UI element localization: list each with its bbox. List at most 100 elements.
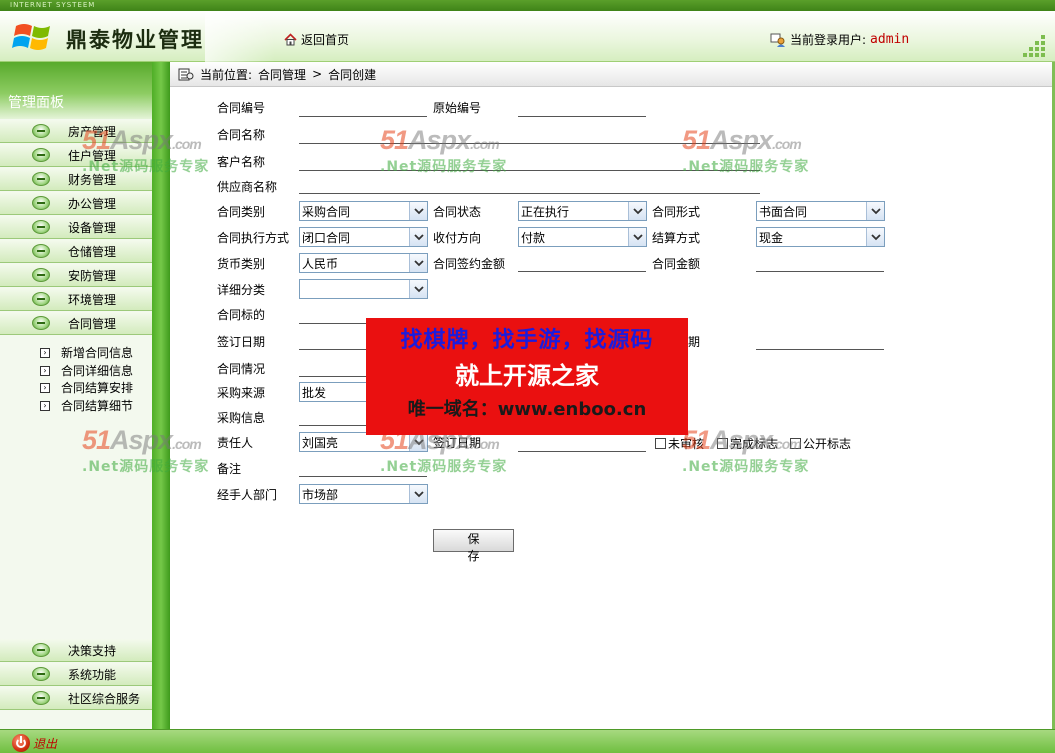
remarks-input[interactable] <box>299 461 427 477</box>
sidebar-item-community[interactable]: 社区综合服务 <box>0 687 152 710</box>
chevron-down-icon <box>866 228 884 246</box>
menu-bullet-icon <box>32 667 50 681</box>
public-checkbox[interactable]: 公开标志 <box>790 435 851 452</box>
save-button[interactable]: 保 存 <box>433 529 514 563</box>
select-value: 书面合同 <box>759 204 808 219</box>
end-date-input[interactable] <box>756 334 884 350</box>
sidebar-item-office[interactable]: 办公管理 <box>0 192 152 215</box>
sidebar-item-decision[interactable]: 决策支持 <box>0 639 152 662</box>
sign-date2-input[interactable] <box>518 436 646 452</box>
menu-bullet-icon <box>32 691 50 705</box>
contract-type-select[interactable]: 采购合同 <box>299 201 428 221</box>
menu-label: 安防管理 <box>68 268 117 283</box>
original-no-label: 原始编号 <box>433 101 482 115</box>
purchase-source-label: 采购来源 <box>217 386 266 400</box>
footer-bar: 退出 <box>0 729 1055 753</box>
settlement-method-label: 结算方式 <box>652 231 701 245</box>
menu-bullet-icon <box>32 643 50 657</box>
unreviewed-checkbox[interactable]: 未审核 <box>655 435 704 452</box>
supplier-name-input[interactable] <box>299 178 760 194</box>
menu-bullet-icon <box>32 148 50 162</box>
contract-name-label: 合同名称 <box>217 128 266 142</box>
chevron-down-icon <box>409 254 427 272</box>
breadcrumb: 当前位置: 合同管理 > 合同创建 <box>170 62 1052 87</box>
submenu-add-contract[interactable]: › 新增合同信息 <box>40 344 133 361</box>
contract-type-label: 合同类别 <box>217 205 266 219</box>
sidebar-item-warehouse[interactable]: 仓储管理 <box>0 240 152 263</box>
responsible-person-select[interactable]: 刘国亮 <box>299 432 428 452</box>
select-value: 付款 <box>521 230 546 245</box>
sidebar-item-equipment[interactable]: 设备管理 <box>0 216 152 239</box>
breadcrumb-level1[interactable]: 合同管理 <box>258 66 306 83</box>
sidebar-item-security[interactable]: 安防管理 <box>0 264 152 287</box>
handler-dept-select[interactable]: 市场部 <box>299 484 428 504</box>
currency-select[interactable]: 人民币 <box>299 253 428 273</box>
settlement-method-select[interactable]: 现金 <box>756 227 885 247</box>
signed-amount-input[interactable] <box>518 256 646 272</box>
menu-label: 设备管理 <box>68 220 117 235</box>
contract-subject-label: 合同标的 <box>217 308 266 322</box>
execution-mode-select[interactable]: 闭口合同 <box>299 227 428 247</box>
header-decoration <box>205 11 275 62</box>
contract-name-input[interactable] <box>299 128 760 144</box>
purchase-info-label: 采购信息 <box>217 411 266 425</box>
submenu-settlement-plan[interactable]: › 合同结算安排 <box>40 379 133 396</box>
panel-title: 管理面板 <box>0 62 152 119</box>
decorative-dots-icon <box>1023 35 1045 57</box>
contract-amount-input[interactable] <box>756 256 884 272</box>
payment-direction-select[interactable]: 付款 <box>518 227 647 247</box>
menu-label: 社区综合服务 <box>68 691 141 706</box>
select-value: 人民币 <box>302 256 339 271</box>
submenu-label: 合同结算细节 <box>61 399 134 413</box>
app-title: 鼎泰物业管理 <box>66 27 204 52</box>
sidebar-item-property[interactable]: 房产管理 <box>0 120 152 143</box>
sidebar-item-contract[interactable]: 合同管理 <box>0 312 152 335</box>
checkbox-box[interactable] <box>655 438 666 449</box>
detail-category-select[interactable] <box>299 279 428 299</box>
menu-label: 决策支持 <box>68 643 117 658</box>
customer-name-input[interactable] <box>299 155 760 171</box>
remarks-label: 备注 <box>217 462 242 476</box>
menu-label: 房产管理 <box>68 124 117 139</box>
menu-bullet-icon <box>32 292 50 306</box>
contract-status-select[interactable]: 正在执行 <box>518 201 647 221</box>
sidebar-item-environment[interactable]: 环境管理 <box>0 288 152 311</box>
menu-label: 仓储管理 <box>68 244 117 259</box>
windows-logo-icon <box>12 24 50 50</box>
select-value: 采购合同 <box>302 204 351 219</box>
checkbox-label: 完成标志 <box>730 437 779 451</box>
sidebar-item-finance[interactable]: 财务管理 <box>0 168 152 191</box>
sidebar-item-system[interactable]: 系统功能 <box>0 663 152 686</box>
top-strip: INTERNET SYSTEEM <box>0 0 1055 11</box>
original-no-input[interactable] <box>518 101 646 117</box>
submenu-settlement-detail[interactable]: › 合同结算细节 <box>40 397 133 414</box>
checkbox-box[interactable] <box>790 438 801 449</box>
menu-bullet-icon <box>32 316 50 330</box>
select-value: 正在执行 <box>521 204 570 219</box>
checkbox-box[interactable] <box>717 438 728 449</box>
submenu-contract-detail[interactable]: › 合同详细信息 <box>40 362 133 379</box>
user-info: 当前登录用户: admin <box>770 31 909 48</box>
home-link[interactable]: 返回首页 <box>284 31 349 48</box>
contract-status-label: 合同状态 <box>433 205 482 219</box>
completed-checkbox[interactable]: 完成标志 <box>717 435 778 452</box>
chevron-down-icon <box>866 202 884 220</box>
contract-no-input[interactable] <box>299 101 427 117</box>
payment-direction-label: 收付方向 <box>433 231 482 245</box>
sign-date2-label: 签订日期 <box>433 436 482 450</box>
handler-dept-label: 经手人部门 <box>217 488 278 502</box>
menu-label: 环境管理 <box>68 292 117 307</box>
ad-line-2: 就上开源之家 <box>455 362 599 390</box>
breadcrumb-level2: 合同创建 <box>328 67 377 82</box>
sidebar-item-residents[interactable]: 住户管理 <box>0 144 152 167</box>
supplier-name-label: 供应商名称 <box>217 180 278 194</box>
chevron-down-icon <box>409 433 427 451</box>
menu-bullet-icon <box>32 124 50 138</box>
execution-mode-label: 合同执行方式 <box>217 231 290 245</box>
contract-form-select[interactable]: 书面合同 <box>756 201 885 221</box>
select-value: 闭口合同 <box>302 230 351 245</box>
logout-button[interactable]: 退出 <box>12 734 57 752</box>
chevron-down-icon <box>409 280 427 298</box>
signed-amount-label: 合同签约金额 <box>433 257 506 271</box>
select-value: 现金 <box>759 230 784 245</box>
